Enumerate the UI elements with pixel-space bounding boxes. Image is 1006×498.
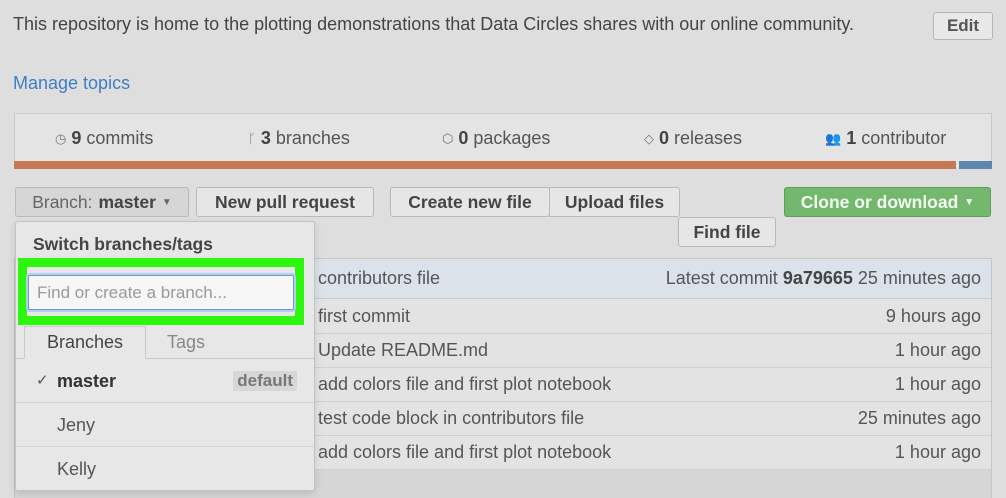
check-icon: ✓: [36, 372, 49, 389]
branches-count: 3: [260, 128, 271, 148]
commit-age: 1 hour ago: [894, 340, 981, 360]
branch-search-input[interactable]: [28, 275, 294, 310]
commits-count: 9: [71, 128, 82, 148]
current-branch-name: master: [98, 191, 156, 212]
caret-down-icon: ▼: [161, 196, 172, 208]
tab-tags[interactable]: Tags: [146, 326, 226, 359]
contributors-count: 1: [846, 128, 857, 148]
commits-label: commits: [86, 128, 154, 148]
commit-age: 1 hour ago: [894, 374, 981, 394]
commit-message[interactable]: add colors file and first plot notebook: [318, 374, 611, 395]
language-segment-primary: [14, 161, 956, 169]
people-icon: 👥: [825, 130, 842, 146]
commit-message[interactable]: test code block in contributors file: [318, 408, 584, 429]
new-pull-request-button[interactable]: New pull request: [196, 187, 374, 217]
dropdown-tabs: Branches Tags: [16, 326, 314, 359]
tab-branches[interactable]: Branches: [24, 326, 146, 359]
packages-stat[interactable]: ⬡ 0 packages: [442, 128, 550, 149]
language-segment-secondary: [959, 161, 992, 169]
latest-commit-message[interactable]: contributors file: [318, 268, 440, 289]
caret-down-icon: ▼: [964, 196, 975, 208]
clone-or-download-button[interactable]: Clone or download ▼: [784, 187, 991, 217]
latest-commit-hash[interactable]: 9a79665: [783, 268, 853, 288]
commit-message[interactable]: first commit: [318, 306, 410, 327]
latest-commit-label: Latest commit: [665, 268, 778, 288]
releases-count: 0: [659, 128, 670, 148]
commit-age: 1 hour ago: [894, 442, 981, 462]
default-badge: default: [233, 371, 297, 391]
commit-age: 25 minutes ago: [857, 408, 981, 428]
find-file-button[interactable]: Find file: [678, 217, 776, 247]
create-new-file-button[interactable]: Create new file: [390, 187, 550, 217]
branches-stat[interactable]: ᚴ 3 branches: [248, 128, 350, 149]
branch-select-button[interactable]: Branch: master ▼: [15, 187, 189, 217]
commit-message[interactable]: add colors file and first plot notebook: [318, 442, 611, 463]
branch-item-master[interactable]: ✓ master default: [16, 359, 314, 403]
language-bar[interactable]: [14, 161, 992, 169]
upload-files-button[interactable]: Upload files: [549, 187, 680, 217]
commit-message[interactable]: Update README.md: [318, 340, 488, 361]
commits-stat[interactable]: ◷ 9 commits: [55, 128, 153, 149]
branch-dropdown-menu: Switch branches/tags Branches Tags ✓ mas…: [15, 221, 315, 491]
commit-age: 9 hours ago: [885, 306, 981, 326]
branch-item-label: Jeny: [57, 415, 96, 435]
branch-prefix: Branch:: [32, 191, 93, 212]
packages-count: 0: [458, 128, 469, 148]
latest-commit-age: 25 minutes ago: [857, 268, 981, 288]
releases-stat[interactable]: ◇ 0 releases: [644, 128, 742, 149]
branches-label: branches: [275, 128, 350, 148]
packages-label: packages: [473, 128, 551, 148]
clone-label: Clone or download: [800, 191, 959, 212]
branch-item-label: master: [57, 371, 117, 391]
branch-item-kelly[interactable]: Kelly: [16, 447, 314, 491]
edit-description-button[interactable]: Edit: [933, 12, 993, 40]
branch-item-jeny[interactable]: Jeny: [16, 403, 314, 447]
releases-label: releases: [674, 128, 743, 148]
repo-stats-bar: ◷ 9 commits ᚴ 3 branches ⬡ 0 packages ◇ …: [14, 113, 992, 168]
tag-icon: ◇: [644, 130, 654, 146]
dropdown-title: Switch branches/tags: [33, 234, 213, 254]
manage-topics-link[interactable]: Manage topics: [13, 73, 130, 94]
history-icon: ◷: [55, 130, 67, 146]
latest-commit-info: Latest commit 9a79665 25 minutes ago: [666, 268, 981, 289]
contributors-label: contributor: [861, 128, 947, 148]
branch-icon: ᚴ: [248, 131, 256, 146]
branch-item-label: Kelly: [57, 459, 97, 479]
search-highlight-box: [18, 258, 304, 325]
contributors-stat[interactable]: 👥 1 contributor: [825, 128, 946, 149]
package-icon: ⬡: [442, 130, 454, 146]
repo-description: This repository is home to the plotting …: [13, 14, 855, 34]
